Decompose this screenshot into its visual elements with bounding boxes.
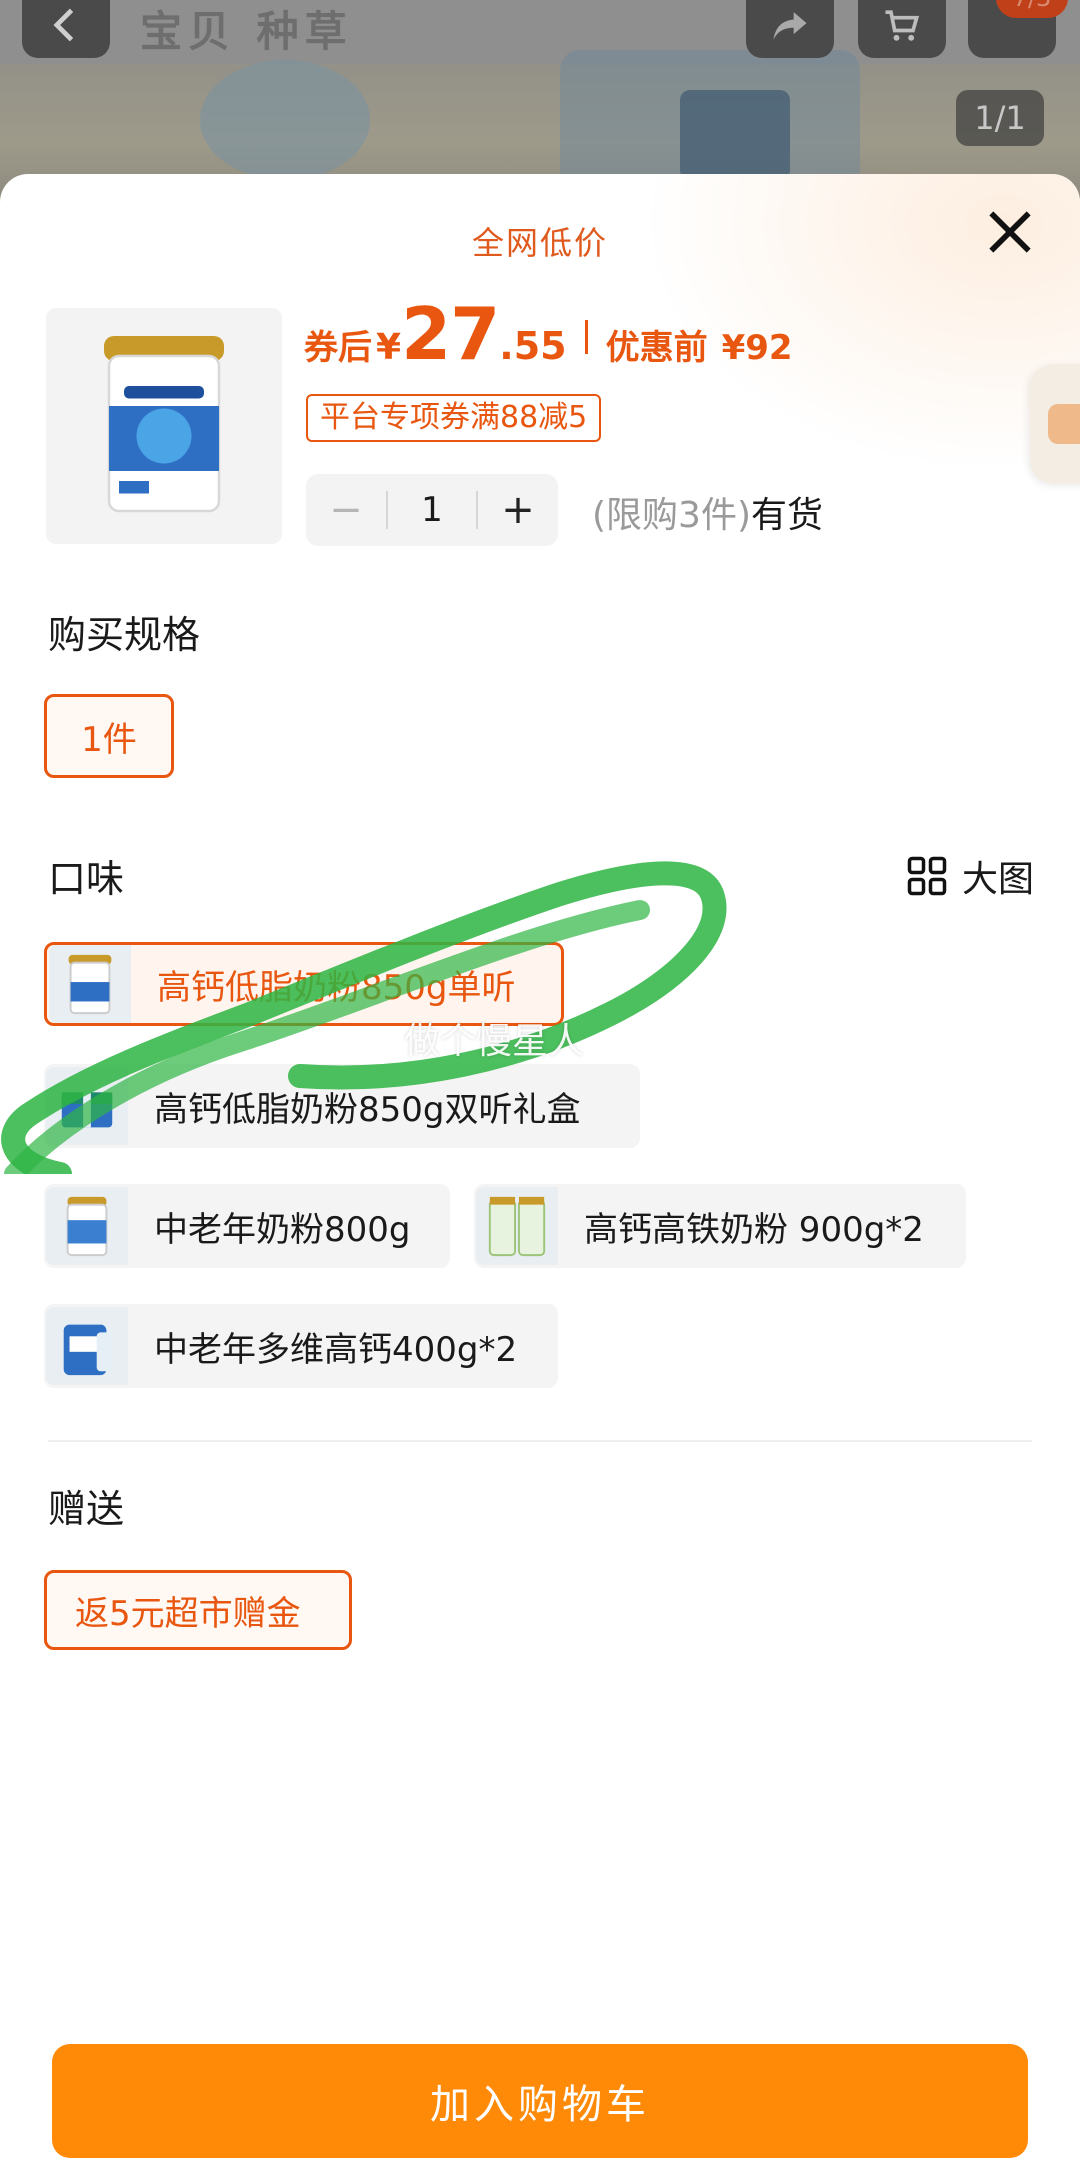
flavor-option[interactable]: 中老年奶粉800g bbox=[44, 1184, 450, 1268]
product-can-icon bbox=[66, 1196, 108, 1257]
option-thumbnail bbox=[49, 945, 131, 1023]
floating-side-widget[interactable] bbox=[1030, 364, 1080, 484]
product-pouch-icon bbox=[63, 1324, 113, 1376]
background-tab-title: 宝贝 种草 bbox=[140, 7, 353, 56]
flavor-option[interactable]: 高钙低脂奶粉850g双听礼盒 bbox=[44, 1064, 640, 1148]
flavor-option[interactable]: 高钙高铁奶粉 900g*2 bbox=[474, 1184, 966, 1268]
back-button[interactable] bbox=[22, 0, 110, 58]
increase-button[interactable]: + bbox=[478, 487, 558, 533]
price-divider bbox=[584, 320, 588, 354]
section-divider bbox=[48, 1440, 1032, 1442]
image-counter: 1/1 bbox=[956, 90, 1044, 146]
gift-section-title: 赠送 bbox=[48, 1487, 125, 1531]
coupon-tag[interactable]: 平台专项券满88减5 bbox=[306, 394, 602, 442]
product-can-icon bbox=[104, 336, 224, 513]
cart-badge: 7/3 bbox=[996, 0, 1068, 18]
spec-section-title: 购买规格 bbox=[48, 613, 201, 657]
stock-info: (限购3件)有货 bbox=[592, 486, 823, 538]
product-can-icon bbox=[68, 954, 112, 1015]
big-view-label: 大图 bbox=[961, 859, 1034, 900]
spec-option-selected[interactable]: 1件 bbox=[44, 694, 174, 778]
option-thumbnail bbox=[46, 1187, 128, 1265]
background-image-decor bbox=[200, 60, 370, 180]
flavor-option-label: 中老年奶粉800g bbox=[154, 1209, 411, 1250]
price-prefix: 券后 bbox=[304, 328, 372, 368]
background-image-decor bbox=[680, 90, 790, 180]
flavor-option-label: 高钙低脂奶粉850g双听礼盒 bbox=[154, 1089, 581, 1130]
flavor-option-label: 中老年多维高钙400g*2 bbox=[154, 1329, 518, 1370]
option-thumbnail bbox=[46, 1307, 128, 1385]
close-button[interactable] bbox=[982, 204, 1038, 260]
original-price-label: 优惠前 bbox=[605, 328, 708, 368]
quantity-value[interactable]: 1 bbox=[386, 491, 478, 529]
stock-status: 有货 bbox=[751, 495, 824, 536]
flavor-option[interactable]: 中老年多维高钙400g*2 bbox=[44, 1304, 558, 1388]
flavor-section-title: 口味 bbox=[48, 857, 125, 901]
price-integer: 27 bbox=[401, 292, 500, 376]
watermark-text: 做个慢星人 bbox=[404, 1021, 585, 1062]
flavor-option-label: 高钙低脂奶粉850g单听 bbox=[157, 967, 516, 1008]
product-thumbnail[interactable] bbox=[46, 308, 282, 544]
price-row: 券后 ¥ 27 .55 优惠前 ¥92 bbox=[304, 292, 793, 382]
sheet-header-title: 全网低价 bbox=[471, 224, 608, 262]
sku-selector-sheet: 全网低价 券后 ¥ 27 .55 优惠前 ¥92 平台专项券满88减5 − 1 … bbox=[0, 174, 1080, 2180]
quantity-stepper: − 1 + bbox=[306, 474, 558, 546]
cart-top-button[interactable] bbox=[858, 0, 946, 58]
price-decimal: .55 bbox=[499, 324, 567, 368]
close-icon bbox=[989, 211, 1031, 253]
gift-tag[interactable]: 返5元超市赠金 bbox=[44, 1570, 352, 1650]
share-icon bbox=[773, 12, 807, 40]
flavor-option-label: 高钙高铁奶粉 900g*2 bbox=[584, 1209, 924, 1250]
decrease-button[interactable]: − bbox=[306, 487, 386, 533]
big-view-toggle[interactable]: 大图 bbox=[906, 850, 1034, 902]
grid-icon bbox=[907, 856, 947, 896]
cart-icon bbox=[885, 10, 920, 41]
option-thumbnail bbox=[46, 1067, 128, 1145]
original-price-value: ¥92 bbox=[721, 328, 793, 368]
gift-box-icon bbox=[61, 1092, 113, 1128]
add-to-cart-button[interactable]: 加入购物车 bbox=[52, 2044, 1028, 2158]
share-button[interactable] bbox=[746, 0, 834, 58]
back-arrow-icon bbox=[53, 8, 74, 42]
purchase-limit: (限购3件) bbox=[592, 495, 751, 536]
price-currency: ¥ bbox=[376, 327, 402, 368]
option-thumbnail bbox=[476, 1187, 558, 1265]
product-can-icon bbox=[488, 1196, 546, 1257]
